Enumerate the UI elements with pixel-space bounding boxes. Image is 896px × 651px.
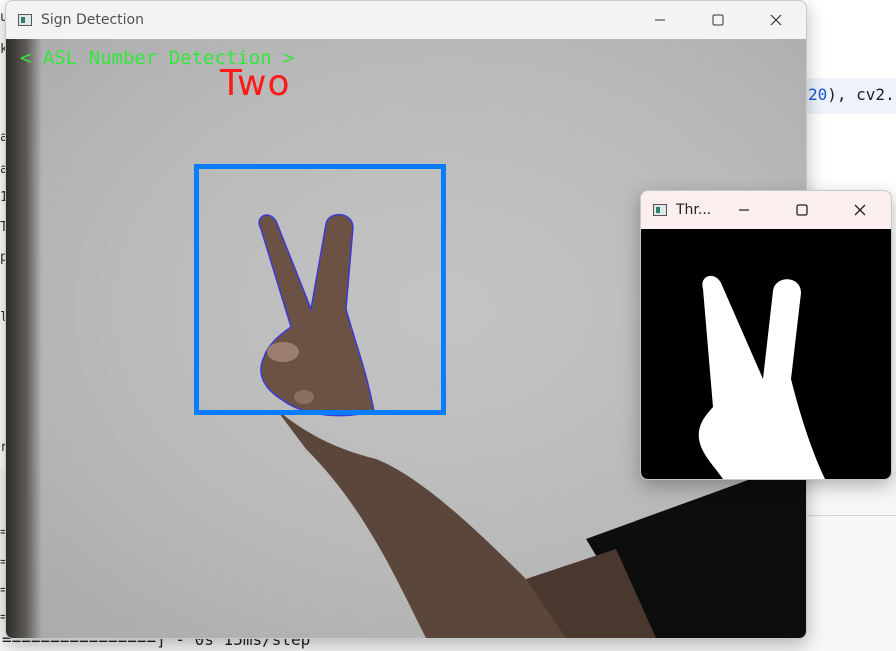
panel-divider [806,515,896,516]
close-button[interactable] [753,1,799,39]
roi-bounding-box [194,164,446,415]
threshold-minimize-button[interactable] [715,191,773,229]
hand-silhouette [698,275,825,479]
threshold-app-icon [653,204,667,216]
minimize-icon [655,19,665,21]
prediction-label: Two [220,63,291,104]
minimize-button[interactable] [637,1,683,39]
app-icon [18,14,32,26]
maximize-button[interactable] [695,1,741,39]
threshold-close-button[interactable] [831,191,889,229]
title-bar[interactable]: Sign Detection [6,1,806,39]
code-rest: ), cv2. [827,85,895,104]
threshold-mask [641,229,891,479]
maximize-icon [796,204,808,216]
threshold-window[interactable]: Thr... [640,190,892,480]
threshold-maximize-button[interactable] [773,191,831,229]
code-number: 20 [808,85,828,104]
close-icon [770,14,782,26]
hand-mask-shape [698,275,825,479]
threshold-window-title: Thr... [676,202,712,218]
threshold-title-bar[interactable]: Thr... [641,191,891,229]
close-icon [854,204,866,216]
minimize-icon [739,209,749,211]
window-title: Sign Detection [41,12,144,28]
maximize-icon [712,14,724,26]
code-snippet: 20), cv2. [808,85,895,104]
